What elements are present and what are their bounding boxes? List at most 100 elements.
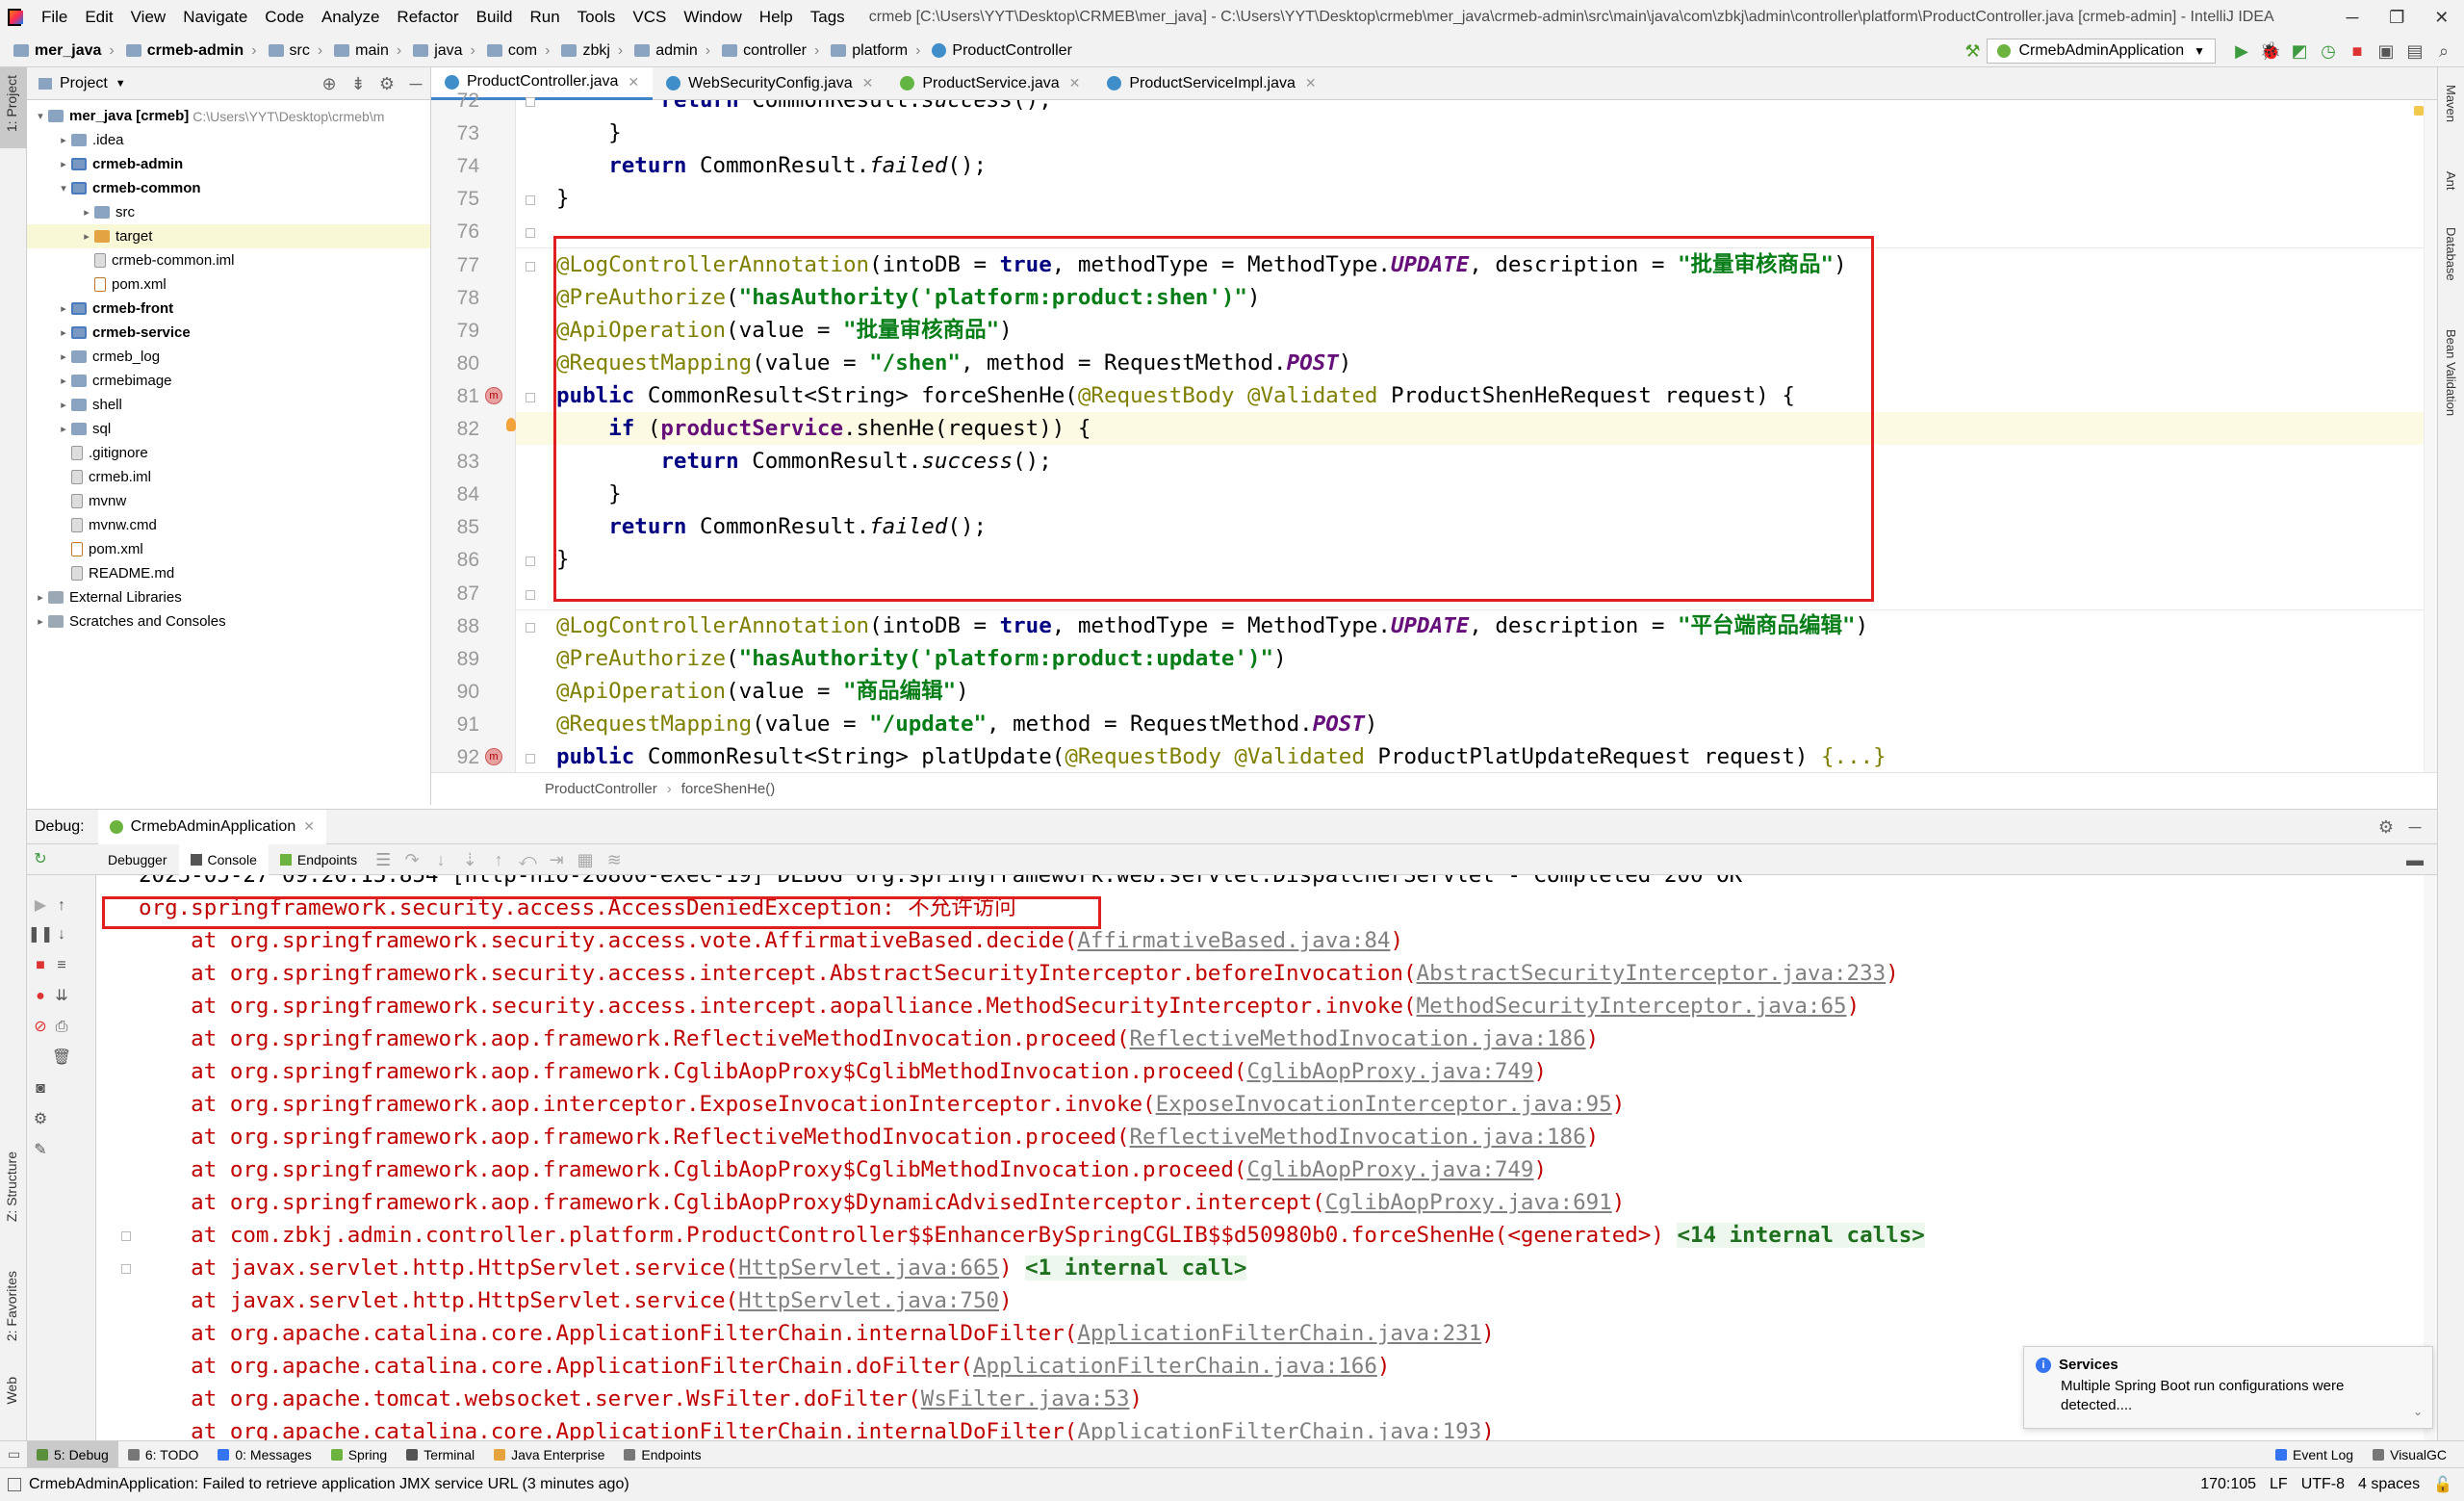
tree-item[interactable]: ▸ crmeb_log bbox=[27, 345, 430, 369]
coverage-icon[interactable]: ◩ bbox=[2285, 37, 2314, 65]
internal-calls-fold[interactable]: <14 internal calls> bbox=[1677, 1223, 1925, 1248]
tree-item[interactable]: ▸ shell bbox=[27, 393, 430, 417]
chevron-right-icon[interactable]: ▸ bbox=[56, 302, 71, 315]
gear-icon[interactable]: ⚙ bbox=[2372, 813, 2400, 841]
chevron-right-icon[interactable]: ▸ bbox=[56, 399, 71, 411]
breadcrumb-item[interactable]: admin › bbox=[629, 42, 716, 60]
tool-window--debug[interactable]: 5: Debug bbox=[27, 1440, 118, 1468]
session-tab[interactable]: CrmebAdminApplication ✕ bbox=[97, 809, 326, 844]
tree-item[interactable]: ▸ crmeb-admin bbox=[27, 152, 430, 176]
tool-tab-bean-validation[interactable]: Bean Validation bbox=[2444, 329, 2458, 416]
source-link[interactable]: CglibAopProxy.java:749 bbox=[1246, 1157, 1533, 1182]
trash-icon[interactable]: 🗑 bbox=[48, 1045, 75, 1072]
settings-icon[interactable]: ⚙ bbox=[27, 1106, 54, 1133]
chevron-right-icon[interactable]: ▸ bbox=[56, 134, 71, 146]
tool-tab-ant[interactable]: Ant bbox=[2444, 171, 2458, 191]
services-notification[interactable]: i Services Multiple Spring Boot run conf… bbox=[2023, 1346, 2433, 1429]
gear-icon[interactable]: ⚙ bbox=[372, 69, 401, 98]
source-link[interactable]: ReflectiveMethodInvocation.java:186 bbox=[1130, 1026, 1586, 1051]
close-icon[interactable]: ✕ bbox=[862, 75, 874, 91]
layout-toggle-icon[interactable]: ▭ bbox=[8, 1446, 27, 1462]
collapse-all-icon[interactable]: ⇟ bbox=[344, 69, 372, 98]
menu-help[interactable]: Help bbox=[751, 0, 802, 35]
scroll-down-icon[interactable]: ↓ bbox=[48, 921, 75, 948]
search-icon[interactable]: ⌕ bbox=[2429, 37, 2458, 65]
internal-calls-fold[interactable]: <1 internal call> bbox=[1025, 1255, 1247, 1281]
breadcrumb-item[interactable]: com › bbox=[481, 42, 556, 60]
tree-item[interactable]: .gitignore bbox=[27, 441, 430, 465]
breadcrumb-item[interactable]: main › bbox=[328, 42, 407, 60]
chevron-down-icon[interactable]: ▼ bbox=[116, 78, 126, 90]
stop-icon[interactable]: ■ bbox=[2343, 37, 2372, 65]
tree-item[interactable]: crmeb-common.iml bbox=[27, 248, 430, 272]
debug-tab-debugger[interactable]: Debugger bbox=[96, 844, 179, 875]
mapping-marker-icon[interactable]: m bbox=[485, 386, 502, 404]
chevron-down-icon[interactable]: ⌄ bbox=[2413, 1405, 2423, 1418]
tree-item[interactable]: ▸ External Libraries bbox=[27, 585, 430, 609]
source-link[interactable]: CglibAopProxy.java:749 bbox=[1246, 1059, 1533, 1084]
close-icon[interactable]: ✕ bbox=[2420, 8, 2464, 28]
drop-frame-icon[interactable]: ⤺ bbox=[513, 845, 542, 874]
tool-window-spring[interactable]: Spring bbox=[321, 1441, 397, 1468]
close-icon[interactable]: ✕ bbox=[303, 818, 315, 835]
tree-item[interactable]: ▸ .idea bbox=[27, 128, 430, 152]
line-separator[interactable]: LF bbox=[2270, 1476, 2288, 1493]
menu-file[interactable]: File bbox=[33, 0, 76, 35]
tree-item[interactable]: ▸ src bbox=[27, 200, 430, 224]
tool-window--messages[interactable]: 0: Messages bbox=[208, 1441, 321, 1468]
menu-tools[interactable]: Tools bbox=[569, 0, 625, 35]
source-link[interactable]: WsFilter.java:53 bbox=[921, 1386, 1130, 1411]
print-icon[interactable]: ⎙ bbox=[48, 1014, 75, 1041]
close-icon[interactable]: ✕ bbox=[1069, 75, 1081, 91]
tool-tab-database[interactable]: Database bbox=[2444, 227, 2458, 281]
chevron-down-icon[interactable]: ▾ bbox=[33, 110, 48, 122]
step-into-icon[interactable]: ↓ bbox=[426, 845, 455, 874]
breadcrumb-item[interactable]: crmeb-admin › bbox=[120, 42, 263, 60]
breadcrumb-item[interactable]: controller › bbox=[716, 42, 825, 60]
breadcrumb-item[interactable]: zbkj › bbox=[555, 42, 629, 60]
tree-item[interactable]: pom.xml bbox=[27, 272, 430, 297]
mapping-marker-icon[interactable]: m bbox=[485, 748, 502, 765]
pin-icon[interactable]: ✎ bbox=[27, 1137, 54, 1164]
source-link[interactable]: CglibAopProxy.java:691 bbox=[1325, 1190, 1612, 1215]
project-structure-icon[interactable]: ▣ bbox=[2372, 37, 2400, 65]
menu-window[interactable]: Window bbox=[675, 0, 750, 35]
breadcrumb-item[interactable]: src › bbox=[263, 42, 329, 60]
maximize-icon[interactable]: ❐ bbox=[2374, 8, 2419, 28]
caret-position[interactable]: 170:105 bbox=[2200, 1476, 2256, 1493]
menu-analyze[interactable]: Analyze bbox=[313, 0, 388, 35]
breadcrumb-item[interactable]: platform › bbox=[825, 42, 926, 60]
editor-scrollbar[interactable] bbox=[2424, 100, 2437, 772]
breadcrumb-item[interactable]: ProductController bbox=[926, 42, 1078, 60]
hide-icon[interactable]: ─ bbox=[2400, 813, 2429, 841]
breadcrumb-item[interactable]: mer_java › bbox=[8, 42, 120, 60]
tool-window-java-enterprise[interactable]: Java Enterprise bbox=[484, 1441, 614, 1468]
step-over-icon[interactable]: ↷ bbox=[398, 845, 426, 874]
tool-window-endpoints[interactable]: Endpoints bbox=[614, 1441, 710, 1468]
layout-icon[interactable]: ▬ bbox=[2400, 845, 2429, 874]
source-link[interactable]: ApplicationFilterChain.java:166 bbox=[973, 1354, 1377, 1379]
hide-icon[interactable]: ─ bbox=[401, 69, 430, 98]
locate-icon[interactable]: ⊕ bbox=[315, 69, 344, 98]
minimize-icon[interactable]: ─ bbox=[2330, 8, 2374, 28]
source-link[interactable]: MethodSecurityInterceptor.java:65 bbox=[1417, 994, 1847, 1019]
debug-tab-console[interactable]: Console bbox=[178, 843, 269, 875]
tool-tab-maven[interactable]: Maven bbox=[2444, 85, 2458, 122]
source-link[interactable]: AbstractSecurityInterceptor.java:233 bbox=[1417, 961, 1886, 986]
menu-icon[interactable]: ☰ bbox=[369, 845, 398, 874]
lock-icon[interactable]: 🔓 bbox=[2433, 1475, 2452, 1494]
tree-item[interactable]: ▸ target bbox=[27, 224, 430, 248]
chevron-right-icon[interactable]: ▸ bbox=[56, 158, 71, 170]
tree-item[interactable]: crmeb.iml bbox=[27, 465, 430, 489]
notification-body[interactable]: Multiple Spring Boot run configurations … bbox=[2024, 1377, 2432, 1415]
close-icon[interactable]: ✕ bbox=[1305, 75, 1317, 91]
menu-run[interactable]: Run bbox=[521, 0, 568, 35]
editor-breadcrumb-item[interactable]: forceShenHe() bbox=[681, 781, 776, 797]
rerun-icon[interactable]: ↻ bbox=[27, 846, 54, 873]
tree-item[interactable]: ▾ mer_java [crmeb] C:\Users\YYT\Desktop\cr… bbox=[27, 104, 430, 128]
source-link[interactable]: HttpServlet.java:750 bbox=[738, 1288, 999, 1313]
close-icon[interactable]: ✕ bbox=[628, 74, 639, 91]
evaluate-icon[interactable]: ▦ bbox=[571, 845, 600, 874]
tree-item[interactable]: pom.xml bbox=[27, 537, 430, 561]
force-step-into-icon[interactable]: ⇣ bbox=[455, 845, 484, 874]
